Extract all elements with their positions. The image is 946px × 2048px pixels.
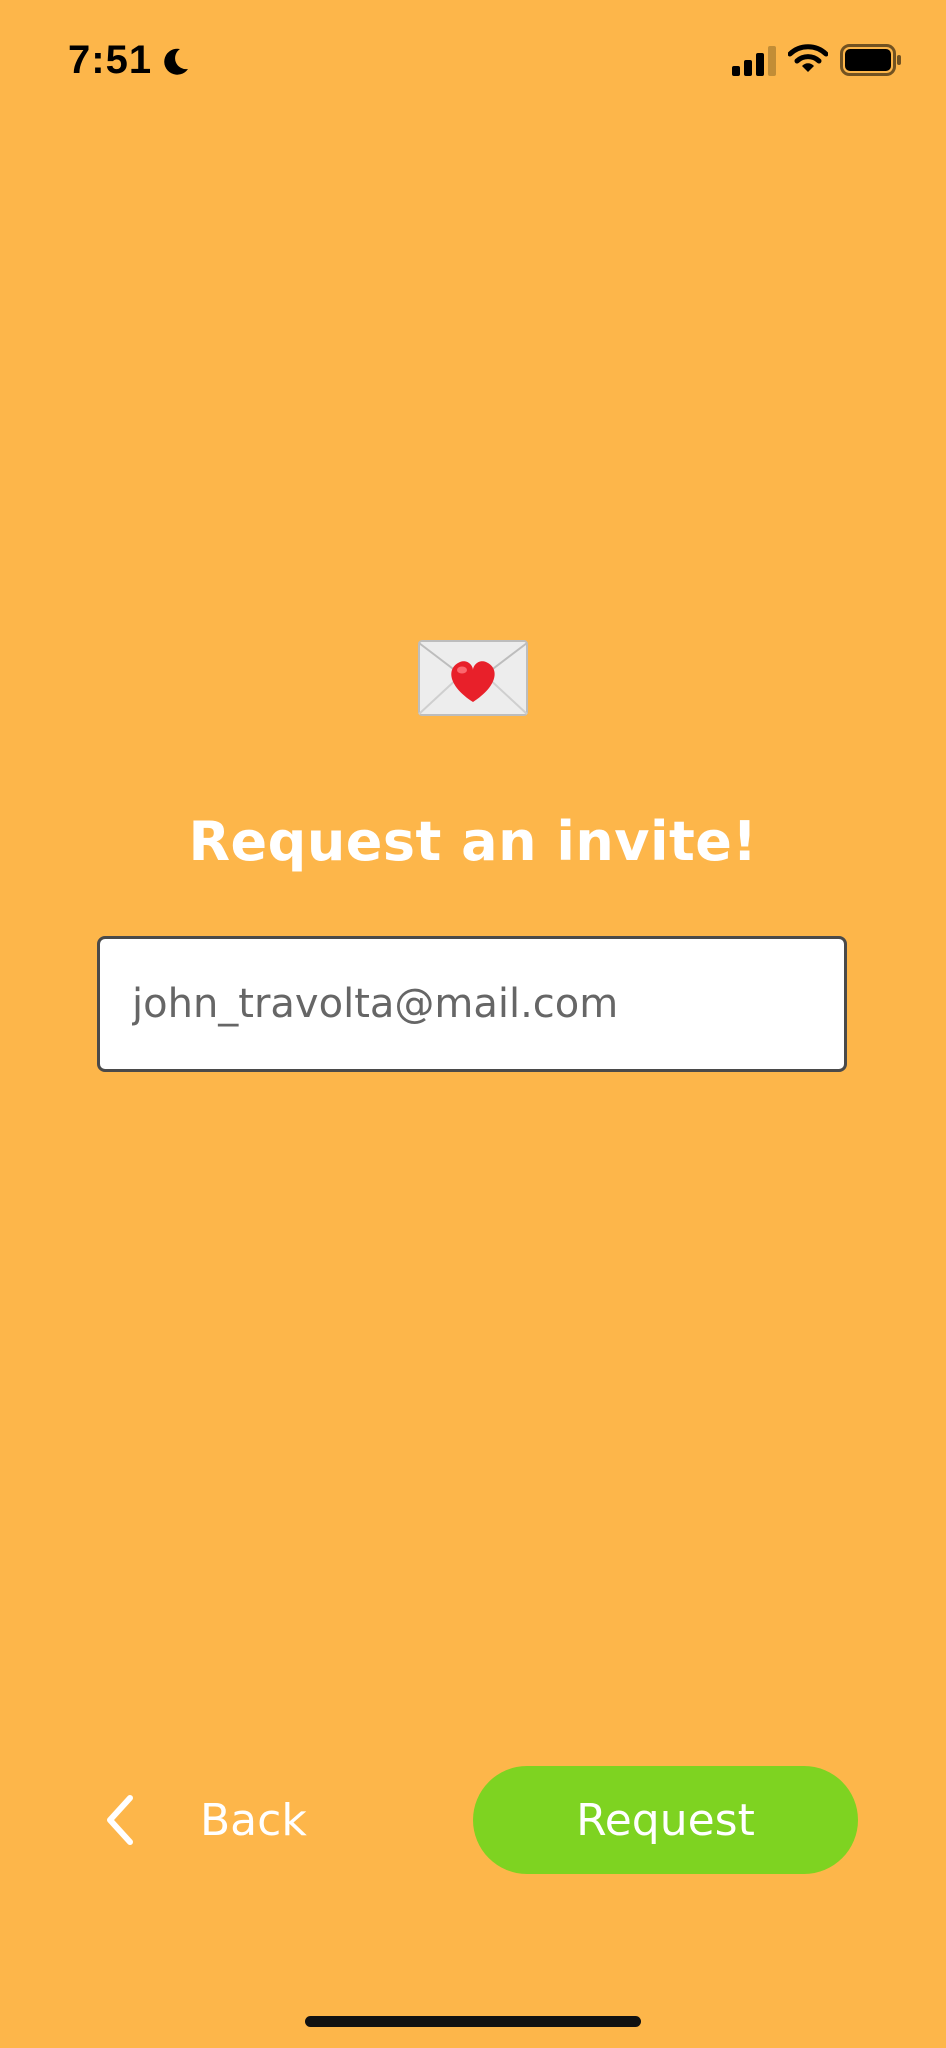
back-button[interactable]: Back <box>100 1770 360 1870</box>
page-title: Request an invite! <box>188 810 758 873</box>
request-button[interactable]: Request <box>473 1766 858 1874</box>
love-letter-icon <box>418 640 528 716</box>
home-indicator <box>305 2016 641 2027</box>
wifi-icon <box>788 44 828 72</box>
chevron-left-icon <box>107 1795 133 1845</box>
moon-icon <box>164 48 189 75</box>
back-label: Back <box>200 1794 307 1846</box>
cellular-signal-icon <box>732 46 776 76</box>
status-bar: 7:51 <box>0 0 946 120</box>
clock: 7:51 <box>68 38 192 83</box>
email-field[interactable] <box>97 936 847 1072</box>
battery-icon <box>840 44 901 76</box>
status-time: 7:51 <box>68 38 153 82</box>
